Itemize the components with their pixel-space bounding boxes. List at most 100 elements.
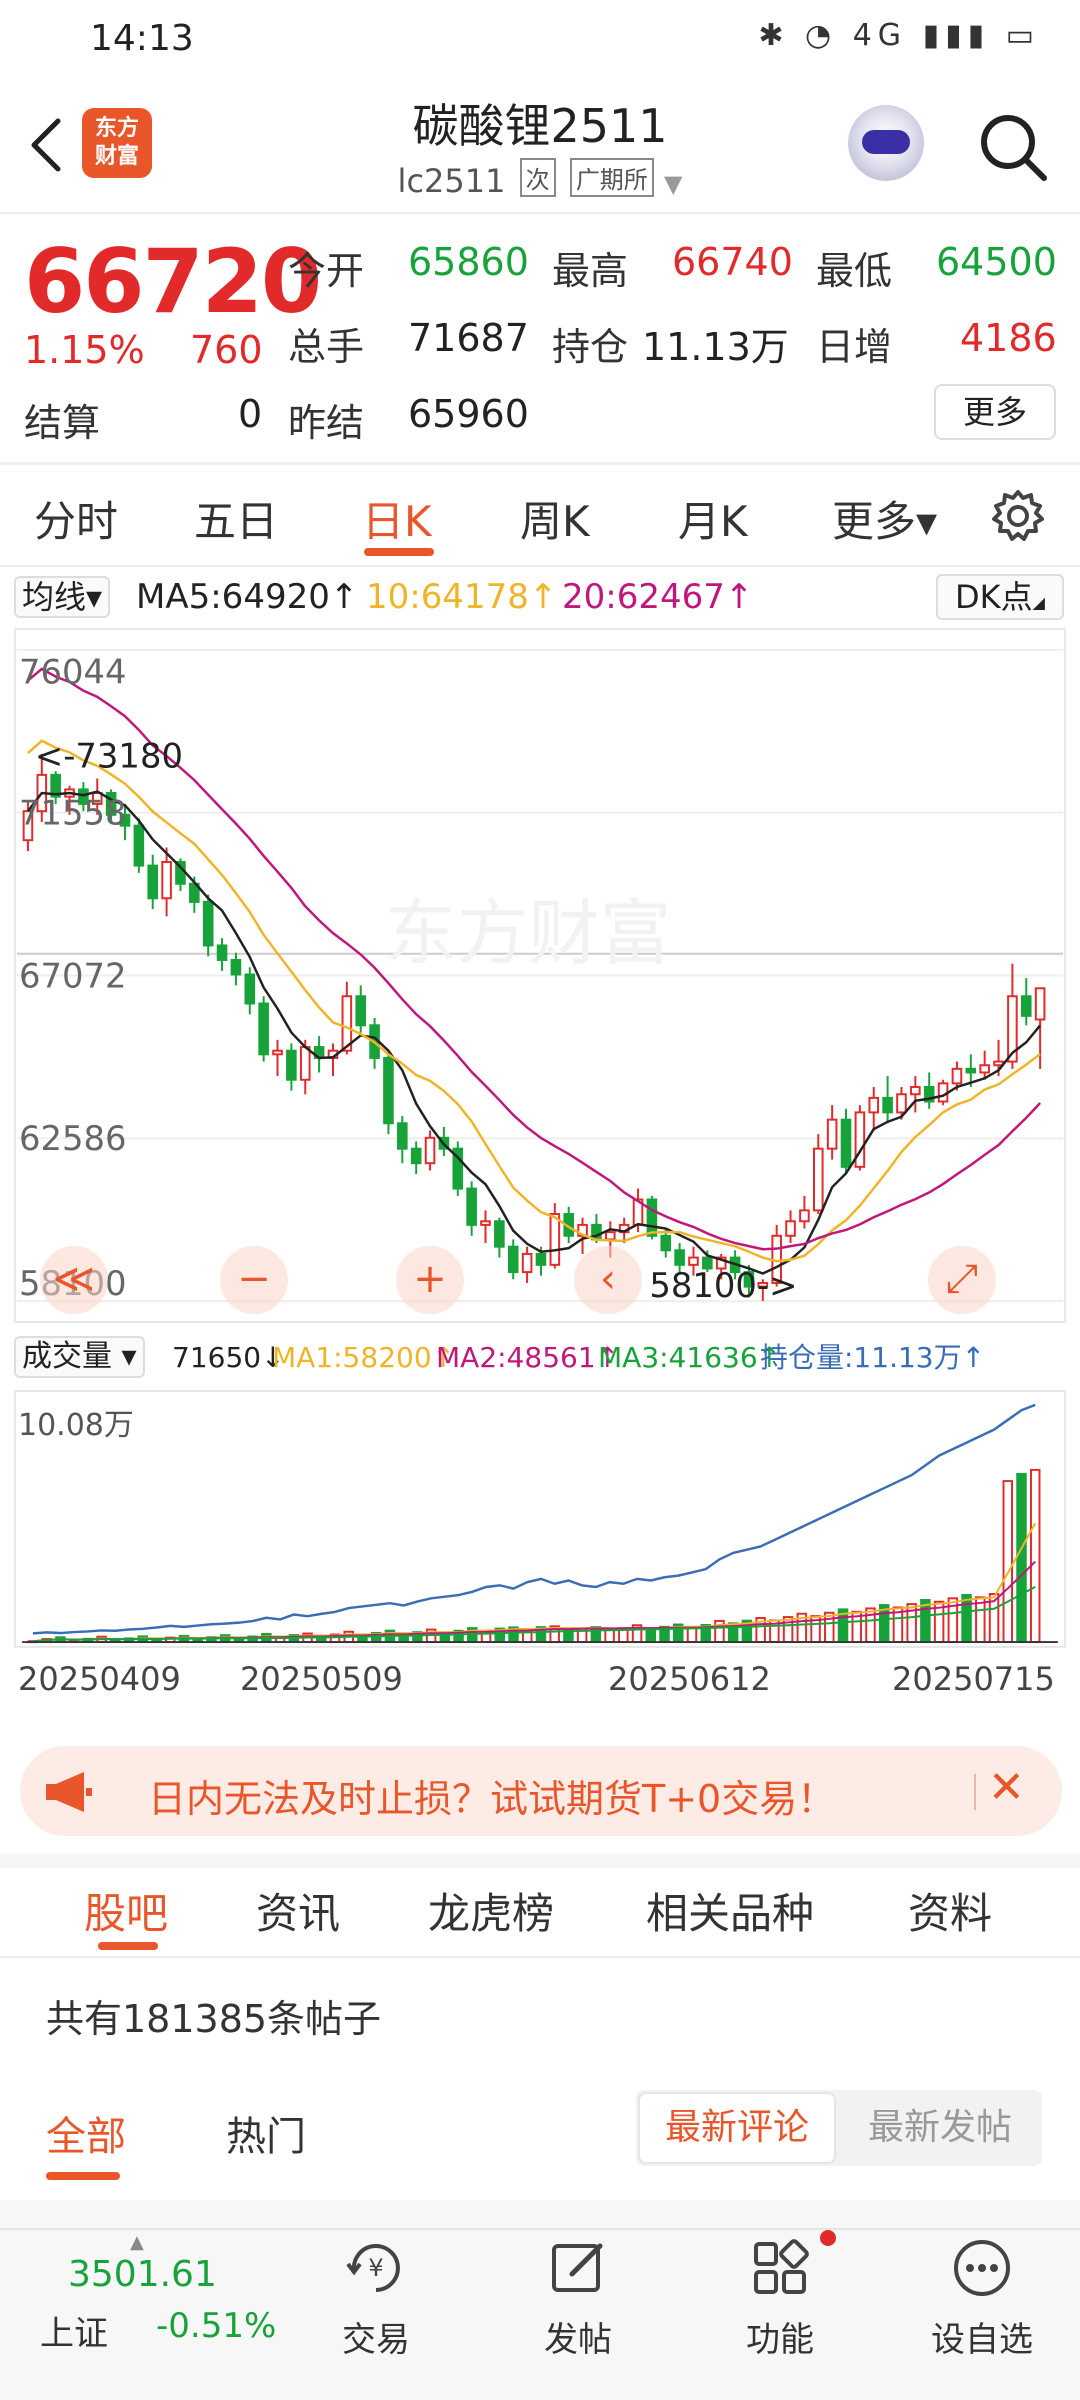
candle-body	[230, 958, 242, 976]
quote-divider	[0, 462, 1080, 465]
sort-latest-comment[interactable]: 最新评论	[638, 2092, 836, 2164]
exchange-tag: 广期所	[569, 158, 654, 197]
index-value[interactable]: 3501.61	[68, 2254, 217, 2295]
candle-body	[674, 1249, 685, 1266]
volume-label: 总手	[288, 325, 365, 369]
volume-bar	[645, 1628, 657, 1644]
filter-indicator	[46, 2172, 120, 2180]
volume-bar	[865, 1607, 876, 1644]
tab-news[interactable]: 资讯	[256, 1880, 340, 1941]
tab-weekly-k[interactable]: 周K	[520, 488, 590, 549]
banner-text[interactable]: 日内无法及时止损？试试期货T+0交易！	[148, 1768, 835, 1823]
candle-body	[147, 864, 159, 900]
tab-forum[interactable]: 股吧	[84, 1880, 168, 1941]
tab-info[interactable]: 资料	[908, 1880, 992, 1941]
volume-selector[interactable]: 成交量 ▾	[14, 1336, 145, 1378]
candle-body	[979, 1064, 990, 1074]
trade-icon[interactable]: ¥	[344, 2236, 408, 2300]
candle-body	[216, 944, 228, 961]
filter-all[interactable]: 全部	[46, 2104, 126, 2162]
svg-text:¥: ¥	[368, 2254, 383, 2282]
candle-body	[1034, 987, 1046, 1021]
vol-ma2: MA2:48561↑	[436, 1341, 620, 1374]
megaphone-icon	[46, 1772, 92, 1812]
candle-body	[605, 1231, 616, 1241]
tab-monthly-k[interactable]: 月K	[678, 488, 748, 549]
y-tick-label: 71558	[19, 794, 127, 833]
settings-gear-icon[interactable]	[990, 488, 1046, 544]
more-dots-icon[interactable]	[950, 2236, 1014, 2300]
dropdown-arrow-icon[interactable]: ▼	[664, 170, 682, 198]
tab-daily-k[interactable]: 日K	[362, 488, 432, 549]
candle-body	[161, 860, 172, 900]
volume-bar	[604, 1628, 615, 1644]
volume-current: 71650↓	[172, 1341, 285, 1374]
status-icons: ✱ ◔ 4G ▮▮▮ ▭	[758, 18, 1040, 53]
prev-settle-label: 昨结	[288, 401, 365, 445]
index-change[interactable]: -0.51%	[156, 2306, 276, 2346]
nav-trade[interactable]: 交易	[316, 2312, 436, 2361]
close-icon[interactable]: ✕	[988, 1762, 1025, 1813]
last-price: 66720	[24, 230, 322, 333]
candle-body	[299, 1046, 311, 1081]
candle-body	[799, 1209, 810, 1223]
candle-body	[854, 1111, 866, 1168]
nav-functions[interactable]: 功能	[720, 2312, 840, 2361]
banner-divider	[974, 1774, 976, 1810]
compose-icon[interactable]	[546, 2236, 610, 2300]
volume-bar	[1029, 1468, 1041, 1644]
dk-point-button[interactable]: DK点◢	[936, 574, 1064, 620]
notification-dot	[820, 2230, 836, 2246]
tab-related[interactable]: 相关品种	[646, 1880, 814, 1941]
candle-body	[521, 1252, 533, 1274]
index-name[interactable]: 上证	[40, 2306, 108, 2355]
grid-apps-icon[interactable]	[748, 2236, 812, 2300]
more-quote-button[interactable]: 更多	[934, 384, 1056, 440]
low-marker: 58100->	[649, 1266, 797, 1305]
nav-post[interactable]: 发帖	[518, 2312, 638, 2361]
date-label-3: 20250612	[608, 1660, 771, 1698]
settle-value: 0	[238, 392, 263, 436]
sort-latest-post[interactable]: 最新发帖	[838, 2092, 1042, 2164]
content-divider	[0, 2200, 1080, 2228]
zoom-in-icon[interactable]: +	[396, 1246, 464, 1314]
ma20-value: 20:62467↑	[562, 577, 754, 617]
candle-body	[480, 1220, 491, 1226]
candle-body	[840, 1118, 852, 1168]
ma5-value: MA5:64920↑	[136, 577, 359, 617]
volume-bar	[961, 1593, 972, 1644]
zoom-out-icon[interactable]: −	[220, 1246, 288, 1314]
date-label-2: 20250509	[240, 1660, 403, 1698]
prev-icon[interactable]: ‹	[574, 1246, 642, 1314]
candle-body	[410, 1147, 422, 1165]
secondary-tag: 次	[519, 158, 556, 197]
candle-body	[494, 1220, 505, 1248]
candle-body	[424, 1136, 436, 1165]
header-divider	[0, 212, 1080, 214]
tab-intraday[interactable]: 分时	[34, 488, 118, 549]
contract-subtitle[interactable]: lc2511 次 广期所 ▼	[0, 158, 1080, 200]
tab-five-day[interactable]: 五日	[194, 488, 278, 549]
candle-body	[244, 973, 256, 1005]
robot-face	[862, 130, 910, 154]
tab-more[interactable]: 更多▾	[832, 488, 937, 549]
tab-dragon-tiger[interactable]: 龙虎榜	[428, 1880, 554, 1941]
candle-body	[910, 1085, 921, 1096]
y-tick-label: 62586	[19, 1119, 127, 1158]
vol-ma1: MA1:58200↑	[272, 1341, 456, 1374]
candle-body	[133, 824, 145, 867]
nav-watchlist[interactable]: 设自选	[922, 2312, 1042, 2361]
rewind-icon[interactable]: ≪	[40, 1246, 108, 1314]
section-divider	[0, 1854, 1080, 1868]
ma-selector[interactable]: 均线▾	[14, 576, 111, 618]
search-icon[interactable]	[978, 112, 1048, 182]
volume-value: 71687	[408, 316, 529, 360]
candle-body	[272, 1049, 283, 1056]
low-label: 最低	[816, 249, 893, 293]
volume-chart[interactable]	[14, 1390, 1066, 1648]
watermark: 东方财富	[385, 892, 671, 975]
expand-icon[interactable]: ⤢	[928, 1246, 996, 1314]
filter-hot[interactable]: 热门	[226, 2104, 306, 2162]
active-tab-indicator	[364, 548, 434, 556]
candlestick-chart[interactable]: 东方财富7604471558670726258658100<-731805810…	[14, 628, 1066, 1323]
